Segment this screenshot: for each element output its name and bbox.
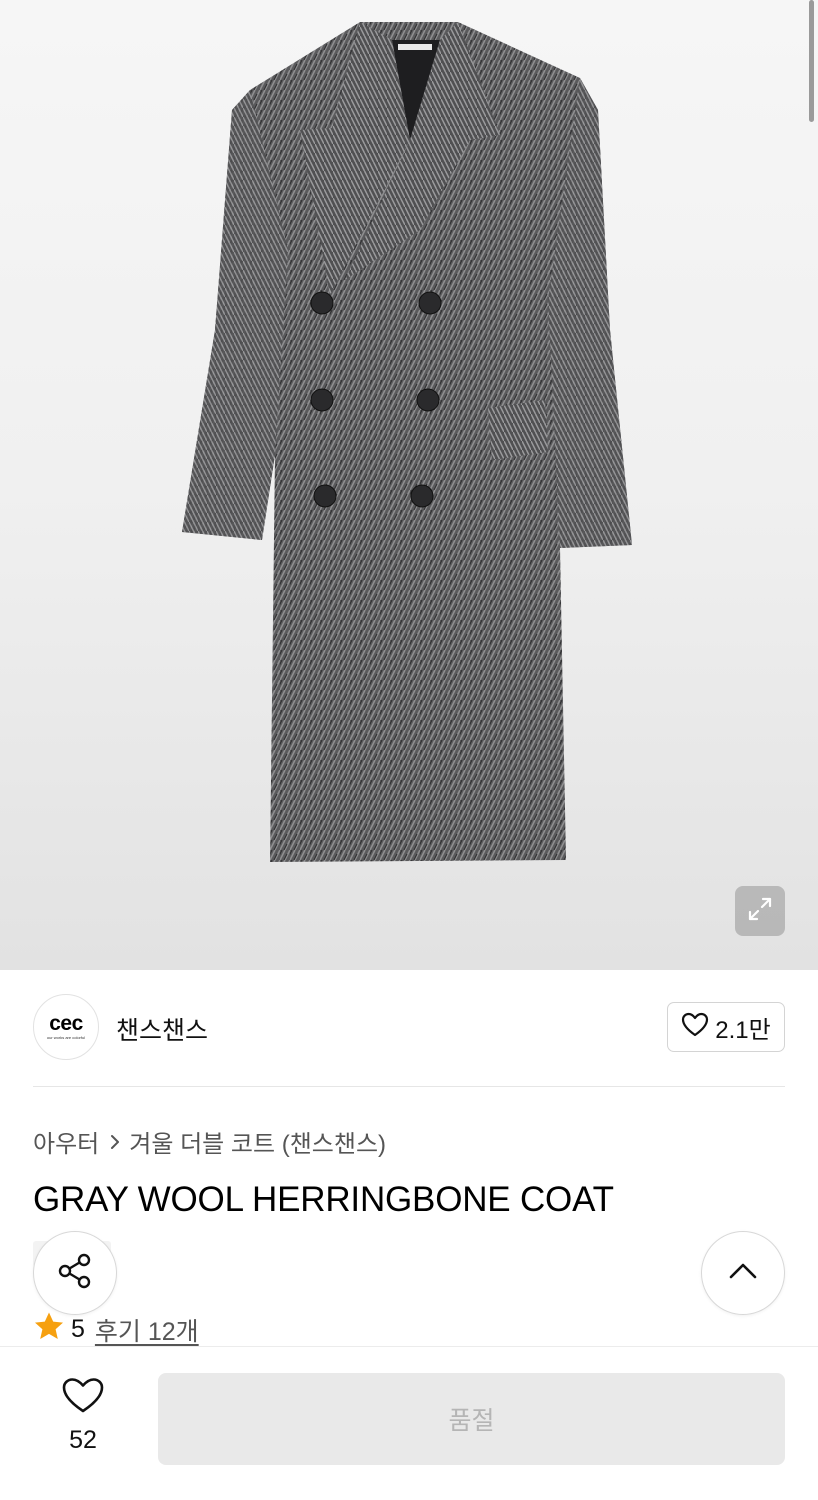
breadcrumb: 아우터 겨울 더블 코트 (챈스챈스) xyxy=(33,1124,386,1159)
expand-image-button[interactable] xyxy=(735,886,785,936)
scrollbar[interactable] xyxy=(809,0,814,122)
breadcrumb-category[interactable]: 아우터 xyxy=(33,1124,99,1159)
share-icon xyxy=(55,1251,95,1296)
wish-button[interactable]: 52 xyxy=(48,1377,118,1455)
heart-icon xyxy=(681,1012,709,1043)
expand-icon xyxy=(745,894,775,929)
chevron-right-icon xyxy=(109,1133,121,1151)
breadcrumb-subcategory[interactable]: 겨울 더블 코트 (챈스챈스) xyxy=(129,1124,386,1159)
share-button[interactable] xyxy=(33,1231,117,1315)
rating-row: 5 후기 12개 xyxy=(33,1311,199,1348)
wish-count: 52 xyxy=(69,1426,97,1454)
divider xyxy=(33,1086,785,1087)
sold-out-button[interactable]: 품절 xyxy=(158,1373,785,1465)
brand-name[interactable]: 챈스챈스 xyxy=(116,1011,208,1047)
heart-icon xyxy=(62,1377,104,1420)
brand-like-count: 2.1만 xyxy=(715,1016,771,1044)
star-icon xyxy=(33,1311,65,1348)
brand-logo-subtext: our works are colorful xyxy=(46,1035,86,1040)
chevron-up-icon xyxy=(727,1261,759,1286)
scroll-to-top-button[interactable] xyxy=(701,1231,785,1315)
product-title: GRAY WOOL HERRINGBONE COAT xyxy=(33,1180,614,1219)
coat-illustration xyxy=(182,22,632,862)
review-link[interactable]: 후기 12개 xyxy=(95,1312,199,1348)
brand-logo-text: cec xyxy=(49,1012,83,1035)
brand-row: cec our works are colorful 챈스챈스 2.1만 xyxy=(33,994,785,1060)
bottom-action-bar: 52 품절 xyxy=(0,1346,818,1500)
product-image[interactable] xyxy=(0,0,818,970)
rating-score: 5 xyxy=(71,1315,85,1343)
brand-like-button[interactable]: 2.1만 xyxy=(667,1002,785,1052)
brand-logo[interactable]: cec our works are colorful xyxy=(33,994,99,1060)
